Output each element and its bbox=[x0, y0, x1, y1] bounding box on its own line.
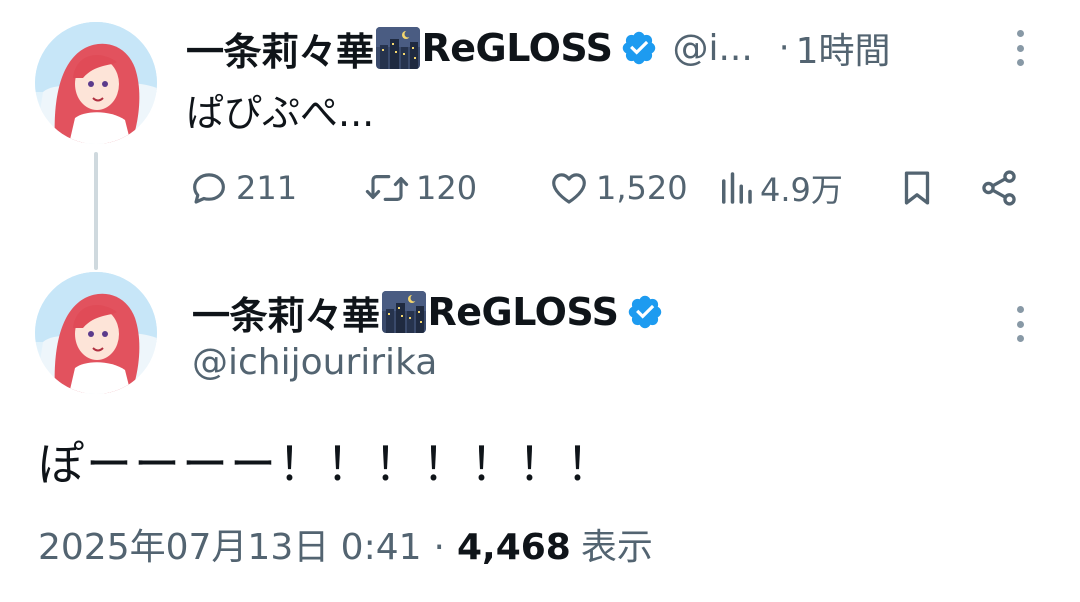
author-handle[interactable]: @i... bbox=[672, 28, 752, 69]
separator-dot: · bbox=[778, 28, 790, 68]
night-city-emoji-icon bbox=[381, 291, 426, 333]
avatar[interactable] bbox=[35, 22, 157, 144]
view-count: 4,468 bbox=[456, 527, 571, 568]
retweet-button[interactable]: 120 bbox=[364, 162, 477, 214]
avatar[interactable] bbox=[35, 272, 157, 394]
reply-button[interactable]: 211 bbox=[188, 162, 297, 214]
like-button[interactable]: 1,520 bbox=[548, 162, 688, 214]
views-button[interactable]: 4.9万 bbox=[718, 162, 843, 214]
avatar-image bbox=[35, 22, 157, 144]
tweet-thread: 一条莉々華 ReGLOSS @i... · 1時間 ぱぴぷぺ... 211 12… bbox=[0, 0, 1080, 602]
reply-icon bbox=[193, 173, 225, 204]
more-options-icon[interactable] bbox=[1010, 302, 1030, 346]
retweet-icon bbox=[365, 175, 409, 201]
avatar-image bbox=[35, 272, 157, 394]
night-city-emoji-icon bbox=[375, 27, 420, 69]
bookmark-icon bbox=[904, 171, 930, 205]
separator-dot: · bbox=[433, 527, 445, 568]
bar-chart-icon bbox=[722, 172, 752, 204]
view-label: 表示 bbox=[580, 527, 653, 568]
bookmark-button[interactable] bbox=[896, 162, 938, 214]
display-name[interactable]: 一条莉々華 bbox=[186, 21, 374, 76]
reply-count: 211 bbox=[236, 169, 298, 207]
verified-badge-icon bbox=[629, 295, 662, 329]
display-name-suffix[interactable]: ReGLOSS bbox=[422, 26, 613, 70]
share-button[interactable] bbox=[978, 162, 1020, 214]
display-name-suffix[interactable]: ReGLOSS bbox=[428, 290, 619, 334]
view-count: 4.9万 bbox=[760, 171, 843, 209]
author-handle[interactable]: @ichijouririka bbox=[192, 342, 437, 383]
main-tweet-text: ぽーーーー！！！！！！！ bbox=[38, 437, 614, 491]
reply-tweet-header: 一条莉々華 ReGLOSS @i... · 1時間 bbox=[186, 22, 891, 74]
more-options-icon[interactable] bbox=[1010, 26, 1030, 70]
tweet-meta: 2025年07月13日 0:41 · 4,468 表示 bbox=[38, 518, 653, 570]
retweet-count: 120 bbox=[416, 169, 478, 207]
tweet-timestamp[interactable]: 2025年07月13日 0:41 bbox=[38, 518, 422, 570]
reply-tweet-text: ぱぴぷぺ... bbox=[186, 91, 375, 135]
like-count: 1,520 bbox=[596, 169, 688, 207]
verified-badge-icon bbox=[623, 31, 656, 65]
main-tweet-header: 一条莉々華 ReGLOSS bbox=[192, 286, 664, 338]
time-ago[interactable]: 1時間 bbox=[796, 22, 891, 74]
thread-connector-line bbox=[94, 152, 98, 270]
heart-icon bbox=[552, 173, 586, 204]
display-name[interactable]: 一条莉々華 bbox=[192, 285, 380, 340]
share-icon bbox=[982, 170, 1016, 206]
